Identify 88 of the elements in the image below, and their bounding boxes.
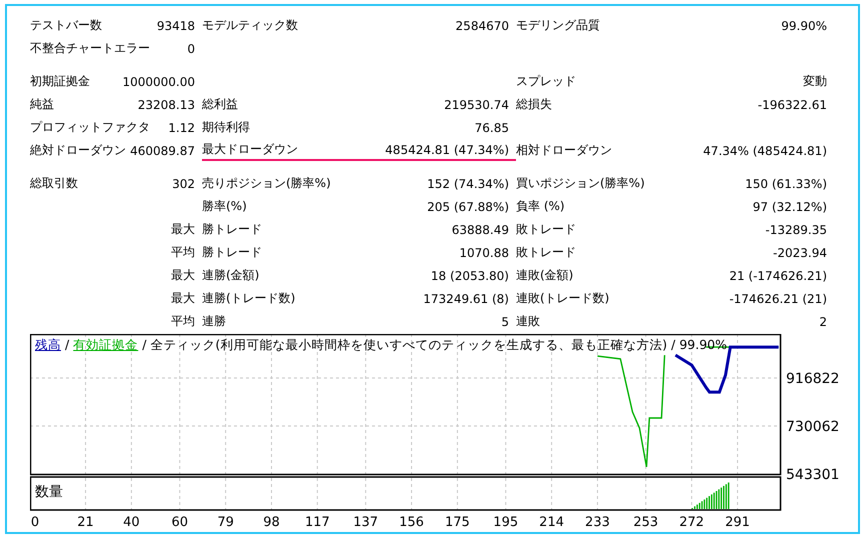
stat-value: 460089.87 [130,144,195,158]
stat-label: 期待利得 [202,119,250,136]
x-tick-label: 175 [445,515,470,530]
stat-value: 219530.74 [444,98,509,112]
stat-value: 0 [187,42,195,56]
stat-value: 21 (-174626.21) [729,268,827,282]
stat-value: 76.85 [474,120,509,134]
stat-value: 1070.88 [459,246,509,260]
stat-label: 連勝 [202,313,226,330]
stat-value: 152 (74.34%) [427,176,509,190]
volume-label: 数量 [35,484,63,500]
x-tick-label: 214 [539,515,564,530]
x-tick-label: 195 [493,515,518,530]
y-tick-label: 916822 [786,371,840,387]
stat-value: 150 (61.33%) [745,176,827,190]
stat-value: 23208.13 [138,98,195,112]
stat-label: 敗トレード [516,221,576,238]
legend-item: 有効証拠金 [73,337,138,353]
stat-label: テストバー数 [30,17,102,34]
stat-value: 18 (2053.80) [430,268,509,282]
chart-caption: / 全ティック(利用可能な最小時間枠を使いすべてのティックを生成する、最も正確な方法) / 99.90% [142,337,727,353]
x-tick-label: 137 [353,515,378,530]
stat-value: 2 [819,314,827,328]
stat-label: スプレッド [516,73,576,90]
stat-value: 2584670 [456,18,509,32]
stat-value: 変動 [803,73,827,90]
stat-value: 97 (32.12%) [752,200,827,214]
stat-value: -13289.35 [765,222,827,236]
stat-value: 63888.49 [452,222,509,236]
stat-value: 47.34% (485424.81) [703,144,827,158]
x-tick-label: 291 [725,515,750,530]
x-tick-label: 0 [30,515,40,530]
x-tick-label: 21 [77,515,94,530]
x-tick-label: 79 [217,515,234,530]
stat-label: モデリング品質 [516,17,600,34]
stat-value: 最大 [171,267,195,284]
stat-value: 最大 [171,290,195,307]
stat-value: 173249.61 (8) [423,292,509,306]
stat-label: 売りポジション(勝率%) [202,175,331,192]
stat-value: -196322.61 [758,98,827,112]
x-tick-label: 40 [123,515,140,530]
stat-label: 敗トレード [516,244,576,261]
stat-label: 初期証拠金 [30,73,90,90]
stat-label: 勝トレード [202,244,262,261]
x-tick-label: 156 [399,515,424,530]
x-tick-label: 233 [585,515,610,530]
stat-label: 勝トレード [202,221,262,238]
stat-label: 総取引数 [30,175,78,192]
stat-value: 最大 [171,221,195,238]
stat-value: 93418 [156,18,195,32]
stat-value: 5 [501,314,509,328]
stat-label: 連勝(金額) [202,267,260,284]
x-tick-label: 60 [171,515,188,530]
stat-label: 純益 [30,96,54,113]
y-tick-label: 543301 [786,467,840,483]
stat-value: 1.12 [168,120,195,134]
stat-value: -2023.94 [773,246,827,260]
stat-label: 絶対ドローダウン [30,142,126,159]
stat-label: 連敗 [516,313,540,330]
stat-label: 不整合チャートエラー [30,40,150,57]
x-tick-label: 272 [679,515,704,530]
stat-label: プロフィットファクタ [30,119,150,136]
stat-label: 連敗(トレード数) [516,290,610,307]
stat-label: 連敗(金額) [516,267,574,284]
legend-separator: / [65,337,70,353]
stat-label: 勝率(%) [202,198,247,215]
stat-label: 総利益 [202,96,238,113]
stat-label: 連勝(トレード数) [202,290,296,307]
x-tick-label: 253 [633,515,658,530]
volume-bars-drawing [692,482,730,509]
x-tick-label: 117 [304,515,330,530]
stat-value: 302 [172,176,195,190]
x-tick-label: 98 [263,515,280,530]
stat-value: 485424.81 (47.34%) [385,142,509,156]
legend-item: 残高 [35,337,61,353]
stat-label: 買いポジション(勝率%) [516,175,645,192]
stat-value: 平均 [171,313,195,330]
stat-value: 1000000.00 [122,74,195,88]
stat-value: 99.90% [781,18,827,32]
stat-value: -174626.21 (21) [729,292,827,306]
stat-label: 負率 (%) [516,198,565,215]
stat-value: 平均 [171,244,195,261]
stat-value: 205 (67.88%) [427,200,509,214]
stat-label: 最大ドローダウン [202,141,298,158]
y-tick-label: 730062 [786,419,840,435]
stat-label: 総損失 [516,96,552,113]
stat-label: 相対ドローダウン [516,142,612,159]
stat-label: モデルティック数 [202,17,298,34]
